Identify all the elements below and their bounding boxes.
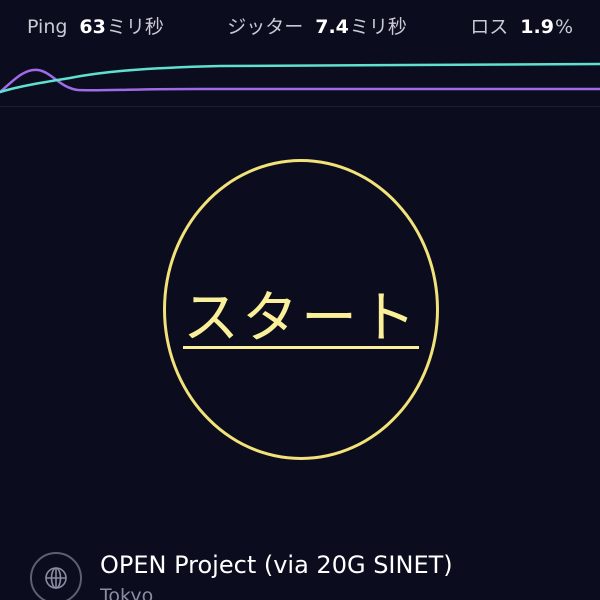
ping-label: Ping [27, 15, 68, 38]
jitter-value: 7.4 [315, 15, 349, 38]
loss-value: 1.9 [520, 15, 554, 38]
globe-icon [30, 552, 82, 600]
loss-label: ロス [470, 15, 509, 38]
start-button-label: スタート [183, 286, 419, 351]
ping-value: 63 [79, 15, 106, 38]
globe-icon-glyph [45, 567, 67, 589]
ping-unit: ミリ秒 [106, 15, 164, 38]
loss-stat: ロス 1.9 % [470, 12, 573, 39]
connection-stats: Ping 63 ミリ秒 ジッター 7.4 ミリ秒 ロス 1.9 % [27, 10, 573, 40]
start-button[interactable]: スタート [163, 159, 439, 460]
jitter-label: ジッター [227, 15, 304, 38]
header-divider [0, 106, 600, 107]
download-line [0, 68, 600, 94]
server-name: OPEN Project (via 20G SINET) [100, 551, 453, 579]
ping-stat: Ping 63 ミリ秒 [27, 12, 164, 39]
server-selector[interactable]: OPEN Project (via 20G SINET) Tokyo [30, 548, 580, 600]
jitter-unit: ミリ秒 [349, 15, 407, 38]
speedtest-screen: Ping 63 ミリ秒 ジッター 7.4 ミリ秒 ロス 1.9 % スタート O… [0, 0, 600, 600]
server-location: Tokyo [100, 585, 154, 600]
speed-graph [0, 62, 600, 94]
jitter-stat: ジッター 7.4 ミリ秒 [227, 12, 407, 39]
loss-unit: % [554, 15, 573, 38]
